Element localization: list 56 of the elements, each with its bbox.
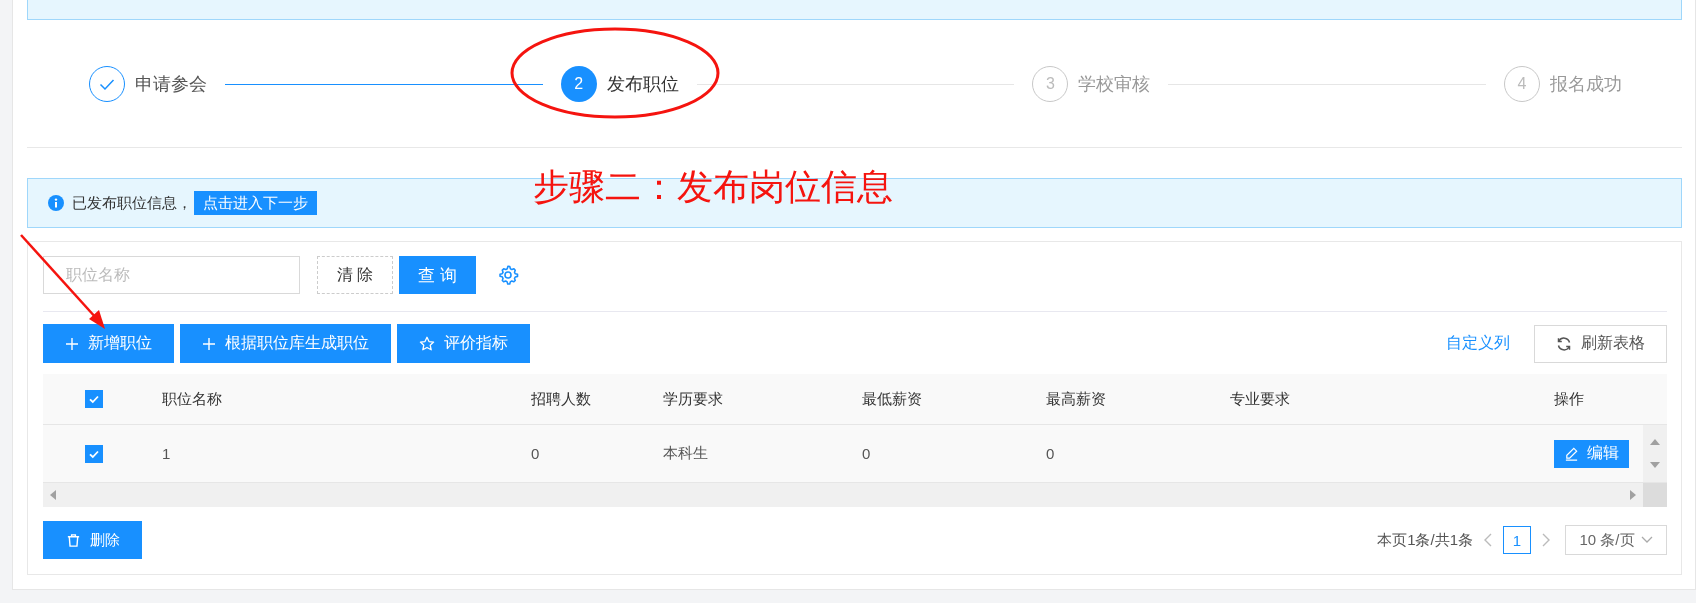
plus-icon	[202, 336, 216, 351]
step-label: 学校审核	[1078, 73, 1151, 96]
column-header: 招聘人数	[530, 389, 592, 409]
info-icon	[48, 195, 64, 211]
column-header: 专业要求	[1229, 389, 1291, 409]
refresh-table-button[interactable]: 刷新表格	[1534, 324, 1667, 363]
step-label: 报名成功	[1550, 73, 1622, 96]
page-size-select[interactable]: 10 条/页	[1565, 525, 1667, 555]
star-icon	[419, 335, 435, 352]
trash-icon	[65, 532, 81, 548]
caret-icon	[1640, 536, 1653, 544]
plus-icon	[65, 336, 79, 351]
column-header: 学历要求	[662, 389, 724, 409]
checkbox[interactable]	[85, 390, 103, 408]
toolbar-button[interactable]: 根据职位库生成职位	[180, 324, 391, 363]
step[interactable]: 4 报名成功	[1504, 66, 1622, 102]
page-button[interactable]: 1	[1503, 526, 1531, 554]
search-field[interactable]: 职位名称	[43, 256, 300, 294]
annotation-text: 步骤二：发布岗位信息	[533, 165, 893, 209]
scroll-up-icon[interactable]	[1650, 438, 1660, 447]
scroll-down-icon[interactable]	[1650, 460, 1660, 469]
step[interactable]: 申请参会	[89, 66, 207, 102]
toolbar-button[interactable]: 评价指标	[397, 324, 530, 363]
scroll-right-icon[interactable]	[1629, 490, 1637, 500]
next-page-icon[interactable]	[1541, 533, 1551, 547]
delete-button[interactable]: 删除	[43, 521, 142, 559]
column-header: 操作	[1553, 389, 1585, 409]
column-header: 职位名称	[161, 389, 223, 409]
step-label: 发布职位	[606, 73, 679, 96]
clear-button[interactable]: 清 除	[317, 256, 393, 294]
horizontal-scrollbar[interactable]	[43, 483, 1667, 507]
toolbar-button[interactable]: 新增职位	[43, 324, 174, 363]
table-cell-text: 本科生	[662, 444, 709, 463]
alert-message: 已发布职位信息，	[72, 193, 192, 213]
next-step-button[interactable]: 点击进入下一步	[194, 191, 317, 215]
step-label: 申请参会	[135, 73, 207, 96]
query-button[interactable]: 查 询	[399, 256, 476, 294]
table-cell-text: 0	[861, 445, 872, 462]
column-header: 最低薪资	[861, 389, 923, 409]
refresh-icon	[1556, 335, 1572, 352]
edit-button[interactable]: 编辑	[1554, 439, 1629, 468]
previous-page-icon[interactable]	[1483, 533, 1493, 547]
settings-icon[interactable]	[497, 264, 519, 286]
check-icon	[88, 393, 100, 405]
scroll-left-icon[interactable]	[49, 490, 57, 500]
custom-columns-link[interactable]: 自定义列	[1446, 333, 1510, 354]
table-cell-text: 0	[530, 445, 541, 462]
table-cell-text: 1	[161, 445, 172, 462]
pencil-icon	[1564, 446, 1579, 461]
page-summary: 本页1条/共1条	[1377, 530, 1473, 550]
step-number: 2	[560, 66, 597, 102]
column-header: 最高薪资	[1045, 389, 1107, 409]
step[interactable]: 3 学校审核	[1032, 66, 1151, 102]
table-cell-text: 0	[1045, 445, 1056, 462]
checkbox[interactable]	[85, 444, 103, 463]
vertical-scrollbar[interactable]	[1643, 425, 1667, 482]
